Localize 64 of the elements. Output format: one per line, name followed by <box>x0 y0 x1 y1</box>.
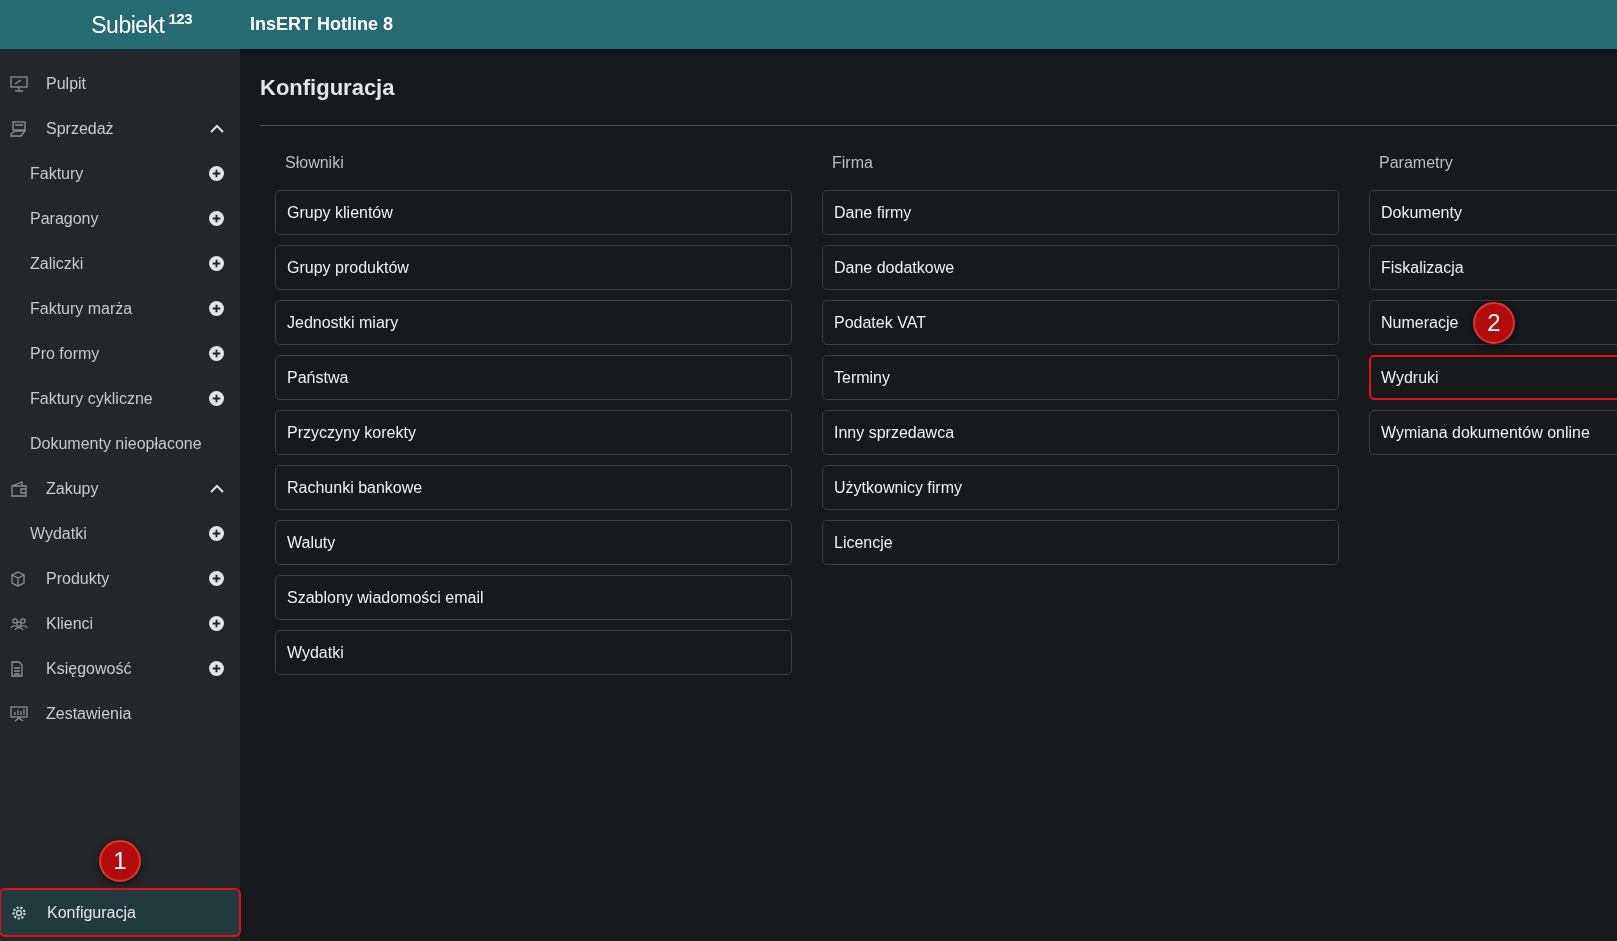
nav-item[interactable]: Pulpit <box>0 61 240 106</box>
settings-link[interactable]: Jednostki miary <box>275 300 792 345</box>
nav-subitem[interactable]: Paragony <box>0 196 240 241</box>
settings-link[interactable]: Terminy <box>822 355 1339 400</box>
add-icon[interactable] <box>209 571 224 586</box>
section-heading: Parametry <box>1378 153 1454 173</box>
settings-link[interactable]: Grupy produktów <box>275 245 792 290</box>
settings-link[interactable]: Grupy klientów <box>275 190 792 235</box>
settings-link[interactable]: Numeracje 2 <box>1369 300 1617 345</box>
add-icon[interactable] <box>209 211 224 226</box>
settings-link[interactable]: Fiskalizacja <box>1369 245 1617 290</box>
nav-subitem[interactable]: Dokumenty nieopłacone <box>0 421 240 466</box>
nav-item[interactable]: Księgowość <box>0 646 240 691</box>
add-icon[interactable] <box>209 661 224 676</box>
chevron-up-icon[interactable] <box>210 484 224 493</box>
nav-subitem[interactable]: Faktury <box>0 151 240 196</box>
settings-link[interactable]: Waluty <box>275 520 792 565</box>
settings-link[interactable]: Wydatki <box>275 630 792 675</box>
settings-link[interactable]: Inny sprzedawca <box>822 410 1339 455</box>
settings-link[interactable]: Wymiana dokumentów online <box>1369 410 1617 455</box>
settings-link[interactable]: Rachunki bankowe <box>275 465 792 510</box>
nav-item[interactable]: Sprzedaż <box>0 106 240 151</box>
nav-subitem[interactable]: Pro formy <box>0 331 240 376</box>
page-title: Konfiguracja <box>260 75 396 102</box>
step-number-badge: 2 <box>1473 302 1515 344</box>
box-icon <box>10 570 26 587</box>
nav-item[interactable]: Zakupy <box>0 466 240 511</box>
section-heading: Firma <box>831 153 874 173</box>
nav-item[interactable]: Zestawienia <box>0 691 240 736</box>
nav-subitem[interactable]: Zaliczki <box>0 241 240 286</box>
people-icon <box>10 616 28 631</box>
settings-link[interactable]: Licencje <box>822 520 1339 565</box>
chart-board-icon <box>10 705 28 722</box>
monitor-icon <box>10 75 28 92</box>
settings-link[interactable]: Szablony wiadomości email <box>275 575 792 620</box>
add-icon[interactable] <box>209 256 224 271</box>
settings-link[interactable]: Podatek VAT <box>822 300 1339 345</box>
section-heading: Słowniki <box>284 153 345 173</box>
add-icon[interactable] <box>209 166 224 181</box>
nav-item[interactable]: Klienci <box>0 601 240 646</box>
add-icon[interactable] <box>209 391 224 406</box>
document-icon <box>10 660 24 677</box>
chevron-up-icon[interactable] <box>210 124 224 133</box>
nav-item[interactable]: Produkty <box>0 556 240 601</box>
settings-icon <box>11 904 27 921</box>
settings-link[interactable]: Użytkownicy firmy <box>822 465 1339 510</box>
nav-subitem[interactable]: Wydatki <box>0 511 240 556</box>
wallet-icon <box>10 480 28 497</box>
add-icon[interactable] <box>209 616 224 631</box>
settings-link[interactable]: Dane firmy <box>822 190 1339 235</box>
settings-link[interactable]: Wydruki <box>1369 355 1617 400</box>
settings-link[interactable]: Państwa <box>275 355 792 400</box>
add-icon[interactable] <box>209 301 224 316</box>
nav-subitem[interactable]: Faktury marża <box>0 286 240 331</box>
app-logo: Subiekt $^{123}$ <box>90 10 192 39</box>
settings-link[interactable]: Dokumenty <box>1369 190 1617 235</box>
settings-link[interactable]: Dane dodatkowe <box>822 245 1339 290</box>
nav-subitem[interactable]: Faktury cykliczne <box>0 376 240 421</box>
settings-link[interactable]: Przyczyny korekty <box>275 410 792 455</box>
cash-register-icon <box>10 120 28 137</box>
company-name: InsERT Hotline 8 <box>250 14 393 35</box>
add-icon[interactable] <box>209 526 224 541</box>
step-number-badge: 1 <box>99 840 141 882</box>
add-icon[interactable] <box>209 346 224 361</box>
